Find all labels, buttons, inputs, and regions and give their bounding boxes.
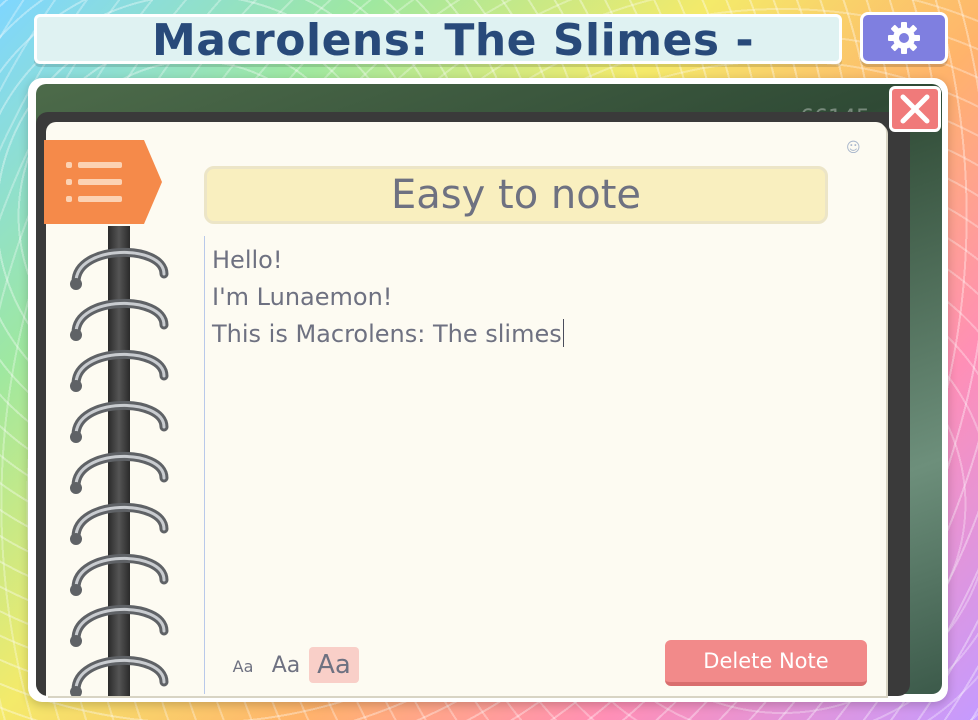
close-icon: [900, 94, 930, 124]
ring-end: [70, 431, 82, 443]
note-line-text: This is Macrolens: The slimes: [212, 320, 562, 348]
note-title-field[interactable]: Easy to note: [204, 166, 828, 224]
font-size-medium-button[interactable]: Aa: [266, 648, 306, 682]
delete-note-button[interactable]: Delete Note: [665, 640, 867, 686]
smiley-icon: ☺: [846, 140, 861, 156]
font-size-large-button[interactable]: Aa: [309, 647, 359, 683]
margin-line: [204, 236, 205, 694]
note-line: This is Macrolens: The slimes: [212, 316, 852, 353]
ring-end: [70, 635, 82, 647]
spiral-rings: [70, 247, 169, 696]
settings-button[interactable]: [860, 12, 948, 64]
window-title: Macrolens: The Slimes -: [152, 15, 755, 66]
note-body-textarea[interactable]: Hello! I'm Lunaemon! This is Macrolens: …: [212, 242, 852, 622]
title-bar: Macrolens: The Slimes -: [34, 14, 842, 66]
note-line: I'm Lunaemon!: [212, 283, 393, 311]
close-button[interactable]: [889, 86, 941, 132]
note-title-text: Easy to note: [391, 172, 641, 218]
ring-end: [70, 482, 82, 494]
ring-end: [70, 380, 82, 392]
ring-end: [70, 329, 82, 341]
font-size-small-button[interactable]: Aa: [228, 652, 258, 680]
gear-icon: [888, 22, 920, 54]
ring-end: [70, 584, 82, 596]
note-line: Hello!: [212, 246, 283, 274]
ring-end: [70, 278, 82, 290]
ring-end: [70, 533, 82, 545]
text-caret: [562, 319, 565, 347]
menu-bookmark[interactable]: [44, 140, 162, 224]
